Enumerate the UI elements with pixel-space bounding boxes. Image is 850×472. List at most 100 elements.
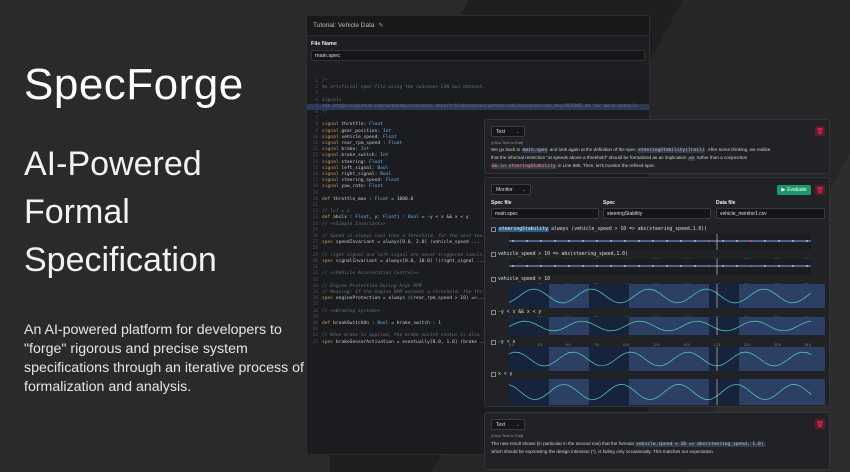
code-chip: && in steeringStability — [491, 164, 557, 169]
monitor-cell: Monitor ⌄ ▶ Evaluate 🗑 Spec file main.sp… — [484, 177, 830, 417]
collapse-toggle-icon[interactable] — [491, 372, 496, 377]
line-number: 43 — [312, 339, 318, 345]
trace-point — [596, 265, 598, 267]
trace-title[interactable]: vehicle_speed > 10 — [491, 276, 825, 283]
trace-point — [736, 240, 738, 242]
editor-tab[interactable]: Tutorial: Vehicle Data ✎ — [307, 16, 649, 36]
code-token: brakeSensorActivation = eventually[0.0, … — [335, 339, 488, 345]
collapse-toggle-icon[interactable] — [491, 310, 496, 315]
code-token: An artificial spec file using the nuScen… — [322, 85, 486, 91]
spec-chip: steeringStability — [498, 227, 550, 232]
trace-point — [554, 265, 556, 267]
code-token: // <<Braking System>> — [322, 308, 381, 314]
trace-plot — [508, 379, 829, 405]
trace-plot — [509, 234, 811, 250]
true-region — [549, 379, 589, 405]
edit-hint: (Click Text to Edit) — [491, 140, 524, 145]
data-file-input[interactable]: vehicle_monitor1.csv — [716, 208, 825, 219]
text-span: The new result shows (in particular in t… — [491, 441, 636, 446]
trace-point — [694, 265, 696, 267]
cell-type-select[interactable]: Monitor ⌄ — [491, 184, 531, 195]
trace-point — [512, 240, 514, 242]
trash-icon[interactable]: 🗑 — [815, 419, 825, 429]
code-token: signal — [322, 184, 342, 190]
trash-icon[interactable]: 🗑 — [815, 185, 825, 195]
true-region — [739, 347, 829, 371]
code-line[interactable]: 5 see https://github.com/nutonomy/nuscene… — [307, 103, 649, 111]
trace-point — [722, 265, 724, 267]
true-region — [629, 347, 709, 371]
code-token: breakSwitchOn : — [333, 320, 378, 326]
trace-title[interactable]: steeringStability always (vehicle_speed >… — [491, 226, 825, 233]
trace-title[interactable]: -y < x — [491, 339, 825, 346]
trace-point — [708, 240, 710, 242]
trace-point — [778, 265, 780, 267]
trace-point — [526, 265, 528, 267]
evaluate-button[interactable]: ▶ Evaluate — [777, 185, 811, 195]
hero-description: An AI-powered platform for developers to… — [24, 322, 304, 395]
code-token: Bool — [377, 320, 389, 326]
pencil-icon[interactable]: ✎ — [379, 22, 384, 29]
code-token: Float — [385, 178, 400, 184]
cell-text[interactable]: The new result shows (in particular in t… — [491, 440, 825, 455]
trace-point — [540, 240, 542, 242]
trace-point — [526, 240, 528, 242]
trace-formula: always (vehicle_speed > 10 => abs(steeri… — [551, 227, 708, 232]
code-token: def — [322, 196, 334, 202]
trace-title[interactable]: -y < x && x < y — [491, 309, 825, 316]
trace-title[interactable]: vehicle_speed > 10 => abs(steering_speed… — [491, 251, 825, 258]
spec-file-input[interactable]: main.spec — [491, 208, 599, 219]
trace-point — [792, 240, 794, 242]
chevron-down-icon: ⌄ — [521, 186, 526, 193]
trace-point — [806, 265, 808, 267]
true-region — [549, 317, 589, 335]
trace-point — [764, 265, 766, 267]
trace-point — [624, 265, 626, 267]
code-token: spec — [322, 258, 336, 264]
collapse-toggle-icon[interactable] — [491, 340, 496, 345]
trace-plot — [508, 317, 829, 335]
trace-point — [750, 240, 752, 242]
trace-formula: vehicle_speed > 10 => abs(steering_speed… — [498, 252, 628, 257]
true-region — [629, 379, 709, 405]
text-span: rather than a conjunction — [695, 155, 748, 160]
trace-point — [596, 240, 598, 242]
cell-type-select[interactable]: Text ⌄ — [491, 126, 525, 137]
trace-point — [568, 240, 570, 242]
text-span: and look again at the definition of the … — [548, 147, 638, 152]
trace-point — [666, 240, 668, 242]
true-region — [739, 317, 829, 335]
trash-icon[interactable]: 🗑 — [815, 126, 825, 136]
spec-input[interactable]: steeringStability — [603, 208, 711, 219]
collapse-toggle-icon[interactable] — [491, 252, 496, 257]
trace-point — [512, 265, 514, 267]
plot-area — [509, 234, 811, 250]
tagline-line: Formal — [24, 193, 130, 231]
trace-point — [764, 240, 766, 242]
cell-text[interactable]: We go back to main.spec and look again a… — [491, 146, 825, 170]
trace-point — [778, 240, 780, 242]
evaluate-label: Evaluate — [787, 187, 807, 193]
tagline-line: AI-Powered — [24, 145, 202, 183]
trace-point — [652, 240, 654, 242]
spec-label: Spec — [603, 200, 615, 206]
code-token: Bool — [407, 215, 419, 221]
code-chip: main.spec — [521, 148, 549, 153]
code-token: // <<Vehicle Acceleration Control>> — [322, 271, 419, 277]
trace-point — [680, 265, 682, 267]
trace-title[interactable]: x < y — [491, 371, 825, 378]
spec-file-label: Spec file — [491, 200, 512, 206]
trace-plot — [508, 347, 829, 371]
file-name-input[interactable]: main.spec — [311, 50, 645, 61]
cell-type-select[interactable]: Text ⌄ — [491, 419, 525, 430]
collapse-toggle-icon[interactable] — [491, 227, 496, 232]
trace-formula: x < y — [498, 372, 513, 377]
code-token: = 1000.0 — [388, 196, 414, 202]
true-region — [739, 284, 829, 308]
trace-point — [638, 240, 640, 242]
cell-type-value: Monitor — [496, 186, 513, 193]
text-cell-1: Text ⌄ 🗑 (Click Text to Edit) We go back… — [484, 119, 830, 174]
collapse-toggle-icon[interactable] — [491, 277, 496, 282]
true-region — [629, 317, 709, 335]
code-token: spec — [322, 240, 336, 246]
